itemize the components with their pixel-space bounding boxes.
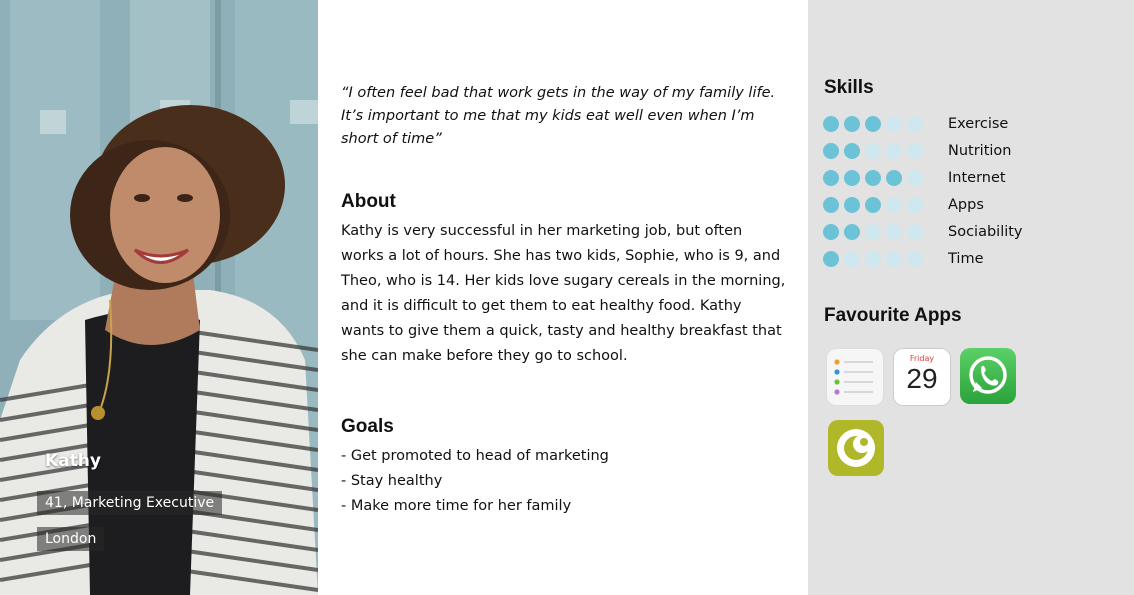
skill-dot-empty	[886, 196, 902, 213]
skill-label: Time	[948, 250, 984, 267]
skill-label: Exercise	[948, 115, 1009, 132]
skill-dot-empty	[907, 142, 923, 159]
skill-dot-empty	[907, 223, 923, 240]
calendar-app-icon[interactable]: Friday 29	[893, 348, 951, 406]
reminders-app-icon[interactable]	[826, 348, 884, 406]
skill-dot-filled	[844, 223, 860, 240]
skill-dot-filled	[823, 196, 839, 213]
skill-dot-filled	[844, 142, 860, 159]
skill-row: Time	[823, 245, 1023, 272]
skill-dot-filled	[823, 115, 839, 132]
skill-dot-empty	[886, 250, 902, 267]
skill-dot-filled	[886, 169, 902, 186]
whatsapp-app-icon[interactable]	[960, 348, 1016, 404]
skill-dot-filled	[823, 142, 839, 159]
skill-dot-filled	[844, 196, 860, 213]
about-heading: About	[341, 191, 396, 212]
ocado-app-icon[interactable]	[828, 420, 884, 476]
skill-dot-empty	[865, 142, 881, 159]
persona-name: Kathy	[45, 451, 101, 471]
goal-item: - Make more time for her family	[341, 498, 572, 514]
goals-list: - Get promoted to head of marketing - St…	[341, 444, 609, 519]
skills-list: Exercise Nutrition Internet Apps Sociability…	[823, 110, 1023, 272]
skills-heading: Skills	[824, 77, 874, 98]
skill-row: Internet	[823, 164, 1023, 191]
favourite-apps-heading: Favourite Apps	[824, 305, 962, 326]
skill-row: Exercise	[823, 110, 1023, 137]
skill-dot-empty	[886, 142, 902, 159]
persona-photo: Kathy 41, Marketing Executive London	[0, 0, 318, 595]
skill-dot-empty	[907, 115, 923, 132]
skill-dot-filled	[823, 169, 839, 186]
skill-level-dots	[823, 250, 948, 267]
skill-dot-filled	[865, 115, 881, 132]
skill-dot-filled	[823, 223, 839, 240]
skill-dot-empty	[865, 223, 881, 240]
calendar-date: 29	[906, 363, 938, 394]
skill-dot-empty	[865, 250, 881, 267]
skill-dot-empty	[844, 250, 860, 267]
skill-level-dots	[823, 223, 948, 240]
skill-dot-empty	[886, 115, 902, 132]
goal-item: - Get promoted to head of marketing	[341, 448, 609, 464]
skill-dot-filled	[823, 250, 839, 267]
about-text: Kathy is very successful in her marketin…	[341, 223, 786, 364]
skill-dot-filled	[844, 115, 860, 132]
persona-quote: “I often feel bad that work gets in the …	[341, 85, 776, 147]
calendar-day: Friday	[909, 354, 935, 363]
skill-dot-empty	[907, 169, 923, 186]
skill-dot-empty	[907, 250, 923, 267]
skill-dot-empty	[886, 223, 902, 240]
skill-label: Internet	[948, 169, 1006, 186]
skill-row: Apps	[823, 191, 1023, 218]
skill-dot-filled	[844, 169, 860, 186]
skill-level-dots	[823, 196, 948, 213]
sidebar: Skills Exercise Nutrition Internet Apps Soci…	[808, 0, 1134, 595]
skill-label: Sociability	[948, 223, 1023, 240]
persona-location: London	[37, 527, 105, 551]
skill-level-dots	[823, 115, 948, 132]
skill-level-dots	[823, 142, 948, 159]
skill-label: Apps	[948, 196, 984, 213]
persona-role: 41, Marketing Executive	[37, 491, 223, 515]
skill-level-dots	[823, 169, 948, 186]
skill-dot-empty	[907, 196, 923, 213]
skill-dot-filled	[865, 169, 881, 186]
skill-label: Nutrition	[948, 142, 1012, 159]
skill-dot-filled	[865, 196, 881, 213]
skill-row: Nutrition	[823, 137, 1023, 164]
skill-row: Sociability	[823, 218, 1023, 245]
goals-heading: Goals	[341, 416, 394, 437]
goal-item: - Stay healthy	[341, 473, 443, 489]
